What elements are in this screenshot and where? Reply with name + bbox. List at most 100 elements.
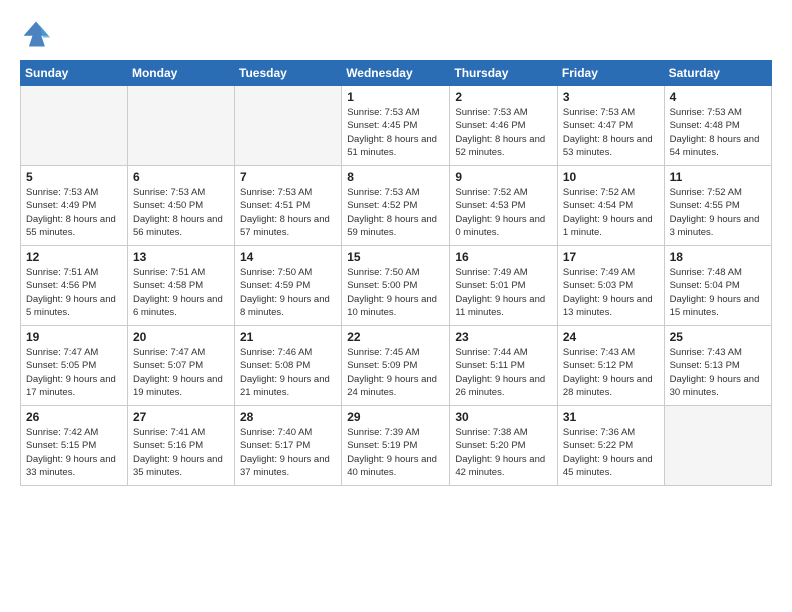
day-cell: 8 Sunrise: 7:53 AM Sunset: 4:52 PM Daylig… xyxy=(342,166,450,246)
day-info: Sunrise: 7:43 AM Sunset: 5:12 PM Dayligh… xyxy=(563,346,659,399)
day-cell xyxy=(127,86,234,166)
day-number: 15 xyxy=(347,250,444,264)
day-number: 26 xyxy=(26,410,122,424)
day-cell xyxy=(21,86,128,166)
day-info: Sunrise: 7:52 AM Sunset: 4:55 PM Dayligh… xyxy=(670,186,766,239)
day-number: 31 xyxy=(563,410,659,424)
day-info: Sunrise: 7:53 AM Sunset: 4:46 PM Dayligh… xyxy=(455,106,552,159)
day-number: 27 xyxy=(133,410,229,424)
day-info: Sunrise: 7:38 AM Sunset: 5:20 PM Dayligh… xyxy=(455,426,552,479)
day-number: 21 xyxy=(240,330,336,344)
day-info: Sunrise: 7:53 AM Sunset: 4:52 PM Dayligh… xyxy=(347,186,444,239)
day-cell: 12 Sunrise: 7:51 AM Sunset: 4:56 PM Dayli… xyxy=(21,246,128,326)
day-cell xyxy=(664,406,771,486)
day-number: 2 xyxy=(455,90,552,104)
day-cell: 11 Sunrise: 7:52 AM Sunset: 4:55 PM Dayli… xyxy=(664,166,771,246)
day-number: 10 xyxy=(563,170,659,184)
day-cell xyxy=(235,86,342,166)
header xyxy=(20,18,772,50)
day-number: 18 xyxy=(670,250,766,264)
day-number: 28 xyxy=(240,410,336,424)
day-cell: 1 Sunrise: 7:53 AM Sunset: 4:45 PM Daylig… xyxy=(342,86,450,166)
day-number: 1 xyxy=(347,90,444,104)
day-number: 29 xyxy=(347,410,444,424)
day-info: Sunrise: 7:53 AM Sunset: 4:50 PM Dayligh… xyxy=(133,186,229,239)
day-number: 19 xyxy=(26,330,122,344)
day-cell: 25 Sunrise: 7:43 AM Sunset: 5:13 PM Dayli… xyxy=(664,326,771,406)
day-info: Sunrise: 7:48 AM Sunset: 5:04 PM Dayligh… xyxy=(670,266,766,319)
weekday-header-friday: Friday xyxy=(557,61,664,86)
day-cell: 26 Sunrise: 7:42 AM Sunset: 5:15 PM Dayli… xyxy=(21,406,128,486)
day-cell: 30 Sunrise: 7:38 AM Sunset: 5:20 PM Dayli… xyxy=(450,406,558,486)
day-info: Sunrise: 7:51 AM Sunset: 4:56 PM Dayligh… xyxy=(26,266,122,319)
day-cell: 14Sunrise: 7:50 AM Sunset: 4:59 PM Dayli… xyxy=(235,246,342,326)
page: SundayMondayTuesdayWednesdayThursdayFrid… xyxy=(0,0,792,612)
day-cell: 23Sunrise: 7:44 AM Sunset: 5:11 PM Dayli… xyxy=(450,326,558,406)
day-cell: 7Sunrise: 7:53 AM Sunset: 4:51 PM Daylig… xyxy=(235,166,342,246)
week-row-2: 12 Sunrise: 7:51 AM Sunset: 4:56 PM Dayli… xyxy=(21,246,772,326)
logo-icon xyxy=(20,18,52,50)
day-cell: 27 Sunrise: 7:41 AM Sunset: 5:16 PM Dayli… xyxy=(127,406,234,486)
day-number: 25 xyxy=(670,330,766,344)
logo xyxy=(20,18,56,50)
day-info: Sunrise: 7:47 AM Sunset: 5:07 PM Dayligh… xyxy=(133,346,229,399)
day-info: Sunrise: 7:49 AM Sunset: 5:01 PM Dayligh… xyxy=(455,266,552,319)
day-cell: 9Sunrise: 7:52 AM Sunset: 4:53 PM Daylig… xyxy=(450,166,558,246)
day-number: 5 xyxy=(26,170,122,184)
day-cell: 2 Sunrise: 7:53 AM Sunset: 4:46 PM Daylig… xyxy=(450,86,558,166)
day-cell: 6 Sunrise: 7:53 AM Sunset: 4:50 PM Daylig… xyxy=(127,166,234,246)
day-number: 16 xyxy=(455,250,552,264)
day-cell: 16 Sunrise: 7:49 AM Sunset: 5:01 PM Dayli… xyxy=(450,246,558,326)
day-number: 6 xyxy=(133,170,229,184)
day-number: 13 xyxy=(133,250,229,264)
day-info: Sunrise: 7:53 AM Sunset: 4:49 PM Dayligh… xyxy=(26,186,122,239)
weekday-header-row: SundayMondayTuesdayWednesdayThursdayFrid… xyxy=(21,61,772,86)
day-info: Sunrise: 7:52 AM Sunset: 4:54 PM Dayligh… xyxy=(563,186,659,239)
day-info: Sunrise: 7:41 AM Sunset: 5:16 PM Dayligh… xyxy=(133,426,229,479)
weekday-header-saturday: Saturday xyxy=(664,61,771,86)
day-number: 30 xyxy=(455,410,552,424)
day-info: Sunrise: 7:44 AM Sunset: 5:11 PM Dayligh… xyxy=(455,346,552,399)
day-cell: 31 Sunrise: 7:36 AM Sunset: 5:22 PM Dayli… xyxy=(557,406,664,486)
day-number: 24 xyxy=(563,330,659,344)
day-number: 8 xyxy=(347,170,444,184)
weekday-header-thursday: Thursday xyxy=(450,61,558,86)
day-number: 12 xyxy=(26,250,122,264)
day-info: Sunrise: 7:49 AM Sunset: 5:03 PM Dayligh… xyxy=(563,266,659,319)
day-number: 11 xyxy=(670,170,766,184)
week-row-0: 1 Sunrise: 7:53 AM Sunset: 4:45 PM Daylig… xyxy=(21,86,772,166)
day-cell: 17 Sunrise: 7:49 AM Sunset: 5:03 PM Dayli… xyxy=(557,246,664,326)
day-cell: 22 Sunrise: 7:45 AM Sunset: 5:09 PM Dayli… xyxy=(342,326,450,406)
day-cell: 29 Sunrise: 7:39 AM Sunset: 5:19 PM Dayli… xyxy=(342,406,450,486)
day-info: Sunrise: 7:40 AM Sunset: 5:17 PM Dayligh… xyxy=(240,426,336,479)
day-info: Sunrise: 7:52 AM Sunset: 4:53 PM Dayligh… xyxy=(455,186,552,239)
day-cell: 13 Sunrise: 7:51 AM Sunset: 4:58 PM Dayli… xyxy=(127,246,234,326)
day-number: 20 xyxy=(133,330,229,344)
day-number: 22 xyxy=(347,330,444,344)
day-number: 17 xyxy=(563,250,659,264)
day-number: 7 xyxy=(240,170,336,184)
day-info: Sunrise: 7:39 AM Sunset: 5:19 PM Dayligh… xyxy=(347,426,444,479)
week-row-3: 19 Sunrise: 7:47 AM Sunset: 5:05 PM Dayli… xyxy=(21,326,772,406)
day-info: Sunrise: 7:53 AM Sunset: 4:48 PM Dayligh… xyxy=(670,106,766,159)
weekday-header-tuesday: Tuesday xyxy=(235,61,342,86)
day-cell: 3Sunrise: 7:53 AM Sunset: 4:47 PM Daylig… xyxy=(557,86,664,166)
day-cell: 19 Sunrise: 7:47 AM Sunset: 5:05 PM Dayli… xyxy=(21,326,128,406)
day-number: 4 xyxy=(670,90,766,104)
day-info: Sunrise: 7:45 AM Sunset: 5:09 PM Dayligh… xyxy=(347,346,444,399)
weekday-header-monday: Monday xyxy=(127,61,234,86)
day-info: Sunrise: 7:36 AM Sunset: 5:22 PM Dayligh… xyxy=(563,426,659,479)
week-row-4: 26 Sunrise: 7:42 AM Sunset: 5:15 PM Dayli… xyxy=(21,406,772,486)
day-info: Sunrise: 7:46 AM Sunset: 5:08 PM Dayligh… xyxy=(240,346,336,399)
day-info: Sunrise: 7:42 AM Sunset: 5:15 PM Dayligh… xyxy=(26,426,122,479)
weekday-header-wednesday: Wednesday xyxy=(342,61,450,86)
day-info: Sunrise: 7:47 AM Sunset: 5:05 PM Dayligh… xyxy=(26,346,122,399)
day-info: Sunrise: 7:51 AM Sunset: 4:58 PM Dayligh… xyxy=(133,266,229,319)
weekday-header-sunday: Sunday xyxy=(21,61,128,86)
day-info: Sunrise: 7:43 AM Sunset: 5:13 PM Dayligh… xyxy=(670,346,766,399)
day-info: Sunrise: 7:50 AM Sunset: 5:00 PM Dayligh… xyxy=(347,266,444,319)
day-info: Sunrise: 7:53 AM Sunset: 4:45 PM Dayligh… xyxy=(347,106,444,159)
day-info: Sunrise: 7:50 AM Sunset: 4:59 PM Dayligh… xyxy=(240,266,336,319)
calendar-table: SundayMondayTuesdayWednesdayThursdayFrid… xyxy=(20,60,772,486)
day-cell: 24 Sunrise: 7:43 AM Sunset: 5:12 PM Dayli… xyxy=(557,326,664,406)
